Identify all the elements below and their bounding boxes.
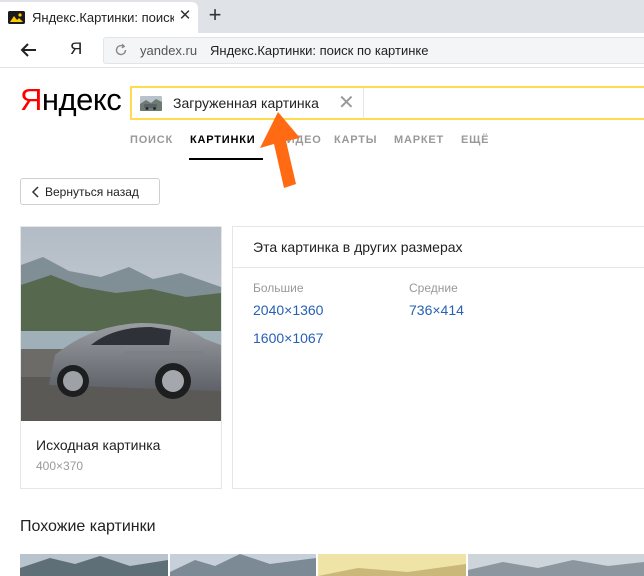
similar-images-strip: [20, 554, 644, 576]
new-tab-icon[interactable]: +: [205, 4, 225, 27]
other-sizes-title: Эта картинка в других размерах: [253, 239, 463, 255]
chevron-left-icon: [31, 186, 39, 198]
original-image-card[interactable]: Исходная картинка 400×370: [20, 226, 222, 489]
similar-image-thumbnail[interactable]: [318, 554, 466, 576]
search-separator: [363, 88, 364, 118]
size-link-large[interactable]: 2040×1360: [253, 302, 323, 318]
active-tab-underline: [189, 158, 263, 160]
browser-tab[interactable]: Яндекс.Картинки: поиск ✕: [0, 2, 198, 33]
similar-image-thumbnail[interactable]: [20, 554, 168, 576]
tab-title: Яндекс.Картинки: поиск: [32, 10, 174, 25]
yandex-browser-icon[interactable]: Я: [70, 39, 82, 59]
similar-images-title: Похожие картинки: [20, 518, 156, 535]
similar-image-thumbnail[interactable]: [170, 554, 316, 576]
size-link-large[interactable]: 1600×1067: [253, 330, 323, 346]
medium-sizes-heading: Средние: [409, 281, 458, 295]
tab-market[interactable]: МАРКЕТ: [394, 134, 444, 146]
back-arrow-icon[interactable]: [18, 39, 40, 61]
reload-icon[interactable]: [114, 43, 128, 57]
yandex-logo[interactable]: Яндекс: [20, 82, 122, 118]
logo-first-letter: Я: [20, 82, 42, 117]
clear-search-icon[interactable]: ✕: [338, 93, 355, 113]
tab-search[interactable]: ПОИСК: [130, 134, 173, 146]
tab-close-icon[interactable]: ✕: [178, 8, 192, 23]
original-image-title: Исходная картинка: [36, 437, 161, 453]
address-domain: yandex.ru: [140, 43, 198, 58]
tab-more[interactable]: ЕЩЁ: [461, 134, 489, 146]
annotation-arrow-icon: [260, 112, 300, 188]
back-button-label: Вернуться назад: [45, 185, 139, 199]
similar-image-thumbnail[interactable]: [468, 554, 644, 576]
address-bar[interactable]: yandex.ru Яндекс.Картинки: поиск по карт…: [103, 37, 644, 64]
logo-rest: ндекс: [41, 82, 122, 117]
yandex-images-favicon-icon: [8, 11, 25, 24]
tab-maps[interactable]: КАРТЫ: [334, 134, 377, 146]
address-page-title: Яндекс.Картинки: поиск по картинке: [210, 43, 429, 58]
original-image-size: 400×370: [36, 459, 84, 473]
tab-images[interactable]: КАРТИНКИ: [190, 134, 255, 146]
uploaded-image-thumbnail: [140, 96, 162, 111]
original-image[interactable]: [21, 227, 221, 421]
browser-nav-bar: Я yandex.ru Яндекс.Картинки: поиск по ка…: [0, 33, 644, 68]
size-link-medium[interactable]: 736×414: [409, 302, 464, 318]
browser-tab-bar: Яндекс.Картинки: поиск ✕ +: [0, 0, 644, 33]
large-sizes-heading: Большие: [253, 281, 304, 295]
back-button[interactable]: Вернуться назад: [20, 178, 160, 205]
other-sizes-card: Эта картинка в других размерах Большие С…: [232, 226, 644, 489]
search-box[interactable]: Загруженная картинка ✕: [130, 86, 644, 120]
divider: [233, 267, 644, 268]
